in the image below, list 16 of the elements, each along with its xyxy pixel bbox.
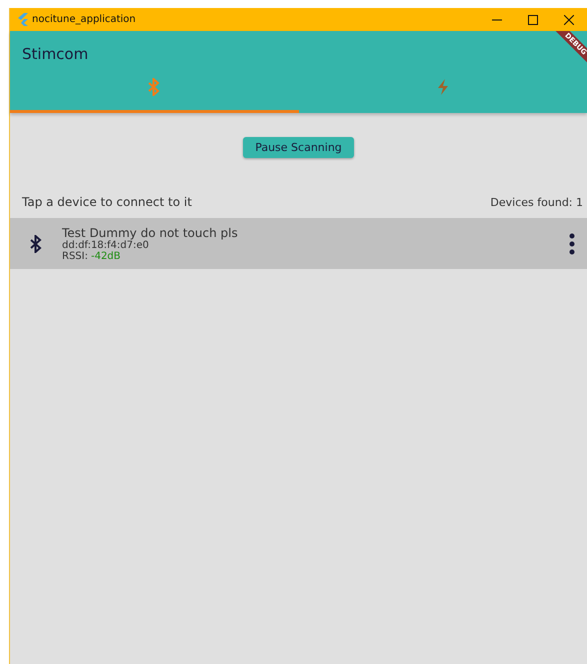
hint-text: Tap a device to connect to it	[22, 195, 192, 209]
device-address: dd:df:18:f4:d7:e0	[62, 240, 150, 250]
window-title: nocitune_application	[32, 14, 137, 25]
lightning-icon	[436, 78, 450, 96]
device-name: Test Dummy do not touch pls	[62, 226, 239, 240]
close-icon[interactable]	[564, 14, 574, 24]
rssi-label: RSSI:	[62, 250, 88, 262]
pause-scanning-button[interactable]: Pause Scanning	[243, 137, 354, 158]
device-row[interactable]: Test Dummy do not touch pls dd:df:18:f4:d7:e0 RSSI: -42dB	[10, 218, 587, 269]
app-logo-icon	[18, 13, 28, 26]
bluetooth-icon	[148, 78, 160, 96]
devices-found-count: Devices found: 1	[490, 196, 583, 209]
maximize-icon[interactable]	[528, 14, 538, 24]
bluetooth-icon	[30, 234, 42, 252]
rssi-value: -42dB	[90, 250, 121, 262]
app-title: Stimcom	[21, 44, 90, 62]
